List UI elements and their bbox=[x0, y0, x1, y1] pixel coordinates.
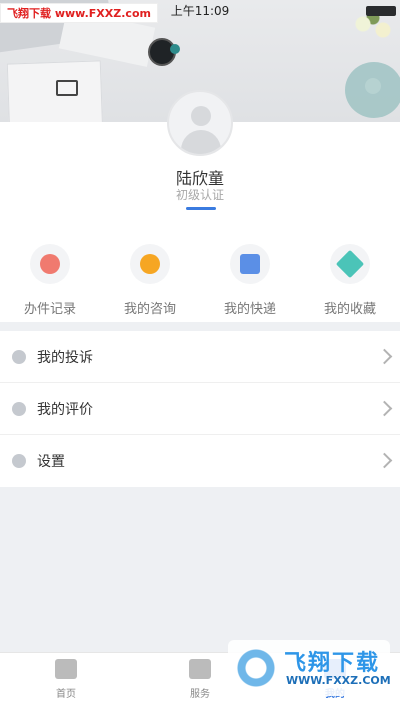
chevron-right-icon bbox=[376, 400, 393, 417]
quick-item-label: 我的收藏 bbox=[323, 302, 376, 317]
user-level: 初级认证 bbox=[175, 188, 224, 202]
menu-item-label: 设置 bbox=[37, 454, 65, 470]
watermark-title: 飞翔下载 bbox=[284, 651, 381, 676]
notebook-image bbox=[6, 60, 104, 122]
menu-item-label: 我的评价 bbox=[37, 402, 93, 418]
quick-item-express[interactable]: 我的快递 bbox=[200, 244, 300, 317]
watermark-url: WWW.FXXZ.COM bbox=[286, 674, 391, 687]
chat-icon bbox=[130, 244, 170, 284]
quick-item-consult[interactable]: 我的咨询 bbox=[100, 244, 200, 317]
quick-actions: 办件记录 我的咨询 我的快递 我的收藏 bbox=[0, 232, 400, 322]
tab-label: 服务 bbox=[190, 689, 210, 700]
quick-item-records[interactable]: 办件记录 bbox=[0, 244, 100, 317]
compass-icon bbox=[12, 402, 26, 416]
binder-clip-image bbox=[56, 80, 78, 96]
chevron-right-icon bbox=[376, 348, 393, 365]
menu-item-label: 我的投诉 bbox=[37, 350, 93, 366]
menu-item-complaints[interactable]: 我的投诉 bbox=[0, 331, 400, 383]
quick-item-label: 我的快递 bbox=[223, 302, 276, 317]
wallet-icon bbox=[230, 244, 270, 284]
menu-item-settings[interactable]: 设置 bbox=[0, 435, 400, 487]
bookmark-icon bbox=[189, 659, 211, 679]
chevron-right-icon bbox=[376, 452, 393, 469]
avatar-body-icon bbox=[181, 130, 221, 154]
home-icon bbox=[55, 659, 77, 679]
star-icon bbox=[330, 244, 370, 284]
avatar[interactable] bbox=[167, 90, 233, 156]
menu-item-reviews[interactable]: 我的评价 bbox=[0, 383, 400, 435]
cup-lid-image bbox=[170, 44, 180, 54]
clock-icon bbox=[30, 244, 70, 284]
quick-item-label: 办件记录 bbox=[23, 302, 76, 317]
quick-item-favorites[interactable]: 我的收藏 bbox=[300, 244, 400, 317]
tab-home[interactable]: 首页 bbox=[26, 659, 106, 700]
menu-list: 我的投诉 我的评价 设置 bbox=[0, 331, 400, 487]
status-time: 上午11:09 bbox=[170, 4, 230, 18]
avatar-head-icon bbox=[191, 106, 211, 126]
watermark-logo-icon bbox=[236, 648, 276, 688]
watermark-bottom: 飞翔下载 WWW.FXXZ.COM bbox=[228, 640, 391, 696]
quick-item-label: 我的咨询 bbox=[123, 302, 176, 317]
cube-icon bbox=[12, 350, 26, 364]
level-indicator bbox=[186, 207, 216, 210]
gear-icon bbox=[12, 454, 26, 468]
tab-label: 首页 bbox=[56, 689, 76, 700]
teapot-lid-image bbox=[365, 78, 381, 94]
